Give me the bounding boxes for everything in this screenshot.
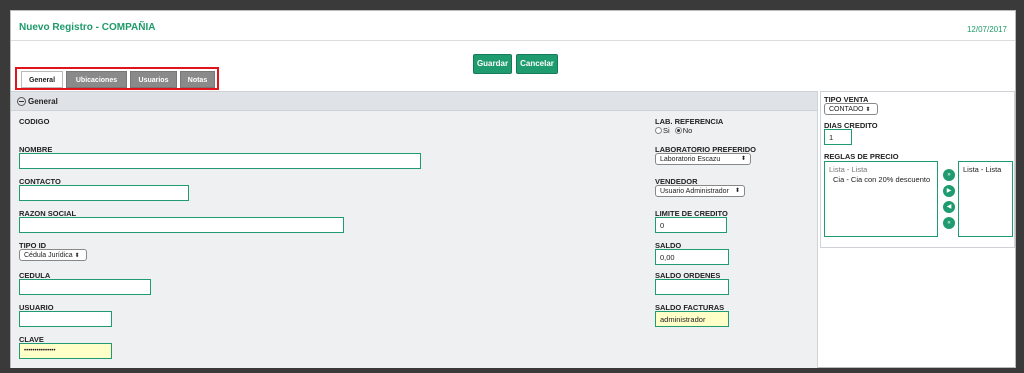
- tab-bar: General Ubicaciones Usuarios Notas: [15, 67, 219, 90]
- tab-usuarios[interactable]: Usuarios: [130, 71, 177, 88]
- chevron-left-icon[interactable]: ◀: [943, 201, 955, 213]
- available-price-rules-list[interactable]: Lista - Lista Cia - Cia con 20% descuent…: [824, 161, 938, 237]
- radio-no-label: No: [682, 126, 693, 135]
- vendedor-select[interactable]: Usuario Administrador ⬍: [655, 185, 745, 197]
- app-window: Nuevo Registro - COMPAÑIA 12/07/2017 Gua…: [10, 10, 1016, 368]
- laboratorio-preferido-value: Laboratorio Escazu: [660, 156, 721, 163]
- tab-general[interactable]: General: [21, 71, 63, 88]
- list-item[interactable]: Lista - Lista: [963, 165, 1008, 174]
- radio-si[interactable]: [655, 127, 662, 134]
- contacto-input[interactable]: [19, 185, 189, 201]
- saldo-facturas-input[interactable]: administrador: [655, 311, 729, 327]
- usuario-input[interactable]: [19, 311, 112, 327]
- lab-referencia-radio-group: Si No: [655, 126, 692, 135]
- tipo-venta-value: CONTADO: [829, 106, 864, 113]
- section-header[interactable]: General: [11, 92, 817, 111]
- tab-ubicaciones[interactable]: Ubicaciones: [66, 71, 127, 88]
- limite-credito-input[interactable]: 0: [655, 217, 727, 233]
- title-bar: Nuevo Registro - COMPAÑIA 12/07/2017: [11, 11, 1015, 41]
- cedula-input[interactable]: [19, 279, 151, 295]
- codigo-label: CODIGO: [19, 117, 50, 126]
- select-arrows-icon: ⬍: [74, 253, 80, 259]
- reglas-precio-label: REGLAS DE PRECIO: [824, 152, 899, 161]
- laboratorio-preferido-select[interactable]: Laboratorio Escazu ⬍: [655, 153, 751, 165]
- sales-panel: TIPO VENTA CONTADO ⬍ DIAS CREDITO 1 REGLA…: [820, 91, 1015, 248]
- tipo-id-value: Cédula Jurídica: [24, 252, 73, 259]
- nombre-input[interactable]: [19, 153, 421, 169]
- double-chevron-right-icon[interactable]: »: [943, 169, 955, 181]
- select-arrows-icon: ⬍: [865, 107, 871, 113]
- general-panel: General CODIGO NOMBRE CONTACTO RAZON SOC…: [11, 91, 818, 368]
- lab-referencia-label: LAB. REFERENCIA: [655, 117, 724, 126]
- dias-credito-input[interactable]: 1: [824, 129, 852, 145]
- cancel-button[interactable]: Cancelar: [516, 54, 558, 74]
- tab-notas[interactable]: Notas: [180, 71, 215, 88]
- list-item[interactable]: Cia - Cia con 20% descuento: [829, 175, 933, 184]
- date-label: 12/07/2017: [966, 25, 1007, 34]
- clave-input[interactable]: •••••••••••••••: [19, 343, 112, 359]
- double-chevron-left-icon[interactable]: «: [943, 217, 955, 229]
- select-arrows-icon: ⬍: [740, 156, 746, 162]
- collapse-icon[interactable]: [17, 97, 26, 106]
- razon-social-input[interactable]: [19, 217, 344, 233]
- vendedor-value: Usuario Administrador: [660, 188, 729, 195]
- page-title: Nuevo Registro - COMPAÑIA: [19, 22, 156, 33]
- section-title: General: [28, 97, 58, 106]
- tipo-venta-select[interactable]: CONTADO ⬍: [824, 103, 878, 115]
- chevron-right-icon[interactable]: ▶: [943, 185, 955, 197]
- save-button[interactable]: Guardar: [473, 54, 512, 74]
- tipo-id-select[interactable]: Cédula Jurídica ⬍: [19, 249, 87, 261]
- radio-si-label: Si: [663, 126, 670, 135]
- available-list-header: Lista - Lista: [829, 165, 868, 174]
- selected-price-rules-list[interactable]: Lista - Lista: [958, 161, 1013, 237]
- radio-no[interactable]: [674, 127, 682, 134]
- select-arrows-icon: ⬍: [734, 188, 740, 194]
- saldo-input[interactable]: 0,00: [655, 249, 729, 265]
- saldo-ordenes-input[interactable]: [655, 279, 729, 295]
